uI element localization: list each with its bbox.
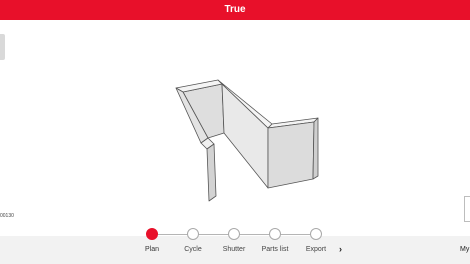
- 3d-viewer[interactable]: [160, 78, 324, 202]
- step-shutter[interactable]: Shutter: [214, 228, 254, 253]
- step-plan[interactable]: Plan: [132, 228, 172, 253]
- step-label: Export: [305, 246, 327, 253]
- step-label: Parts list: [261, 246, 289, 253]
- wall-left-front: [206, 143, 217, 202]
- chevron-right-icon[interactable]: ›: [339, 244, 342, 254]
- wall-return-face: [267, 121, 315, 189]
- step-cycle[interactable]: Cycle: [173, 228, 213, 253]
- side-panel-toggle[interactable]: [464, 196, 470, 222]
- wall-right-inner: [221, 83, 269, 189]
- side-code-label: 00130: [0, 213, 14, 219]
- step-dot: [269, 228, 281, 240]
- side-panel-tab[interactable]: [0, 34, 5, 60]
- step-label: Cycle: [184, 246, 202, 253]
- account-label[interactable]: My: [460, 246, 469, 253]
- app-header: True: [0, 0, 470, 20]
- step-label: Shutter: [222, 246, 246, 253]
- step-dot: [310, 228, 322, 240]
- step-dot: [187, 228, 199, 240]
- step-dot: [146, 228, 158, 240]
- step-export[interactable]: Export: [296, 228, 336, 253]
- step-parts-list[interactable]: Parts list: [255, 228, 295, 253]
- wall-return-end: [312, 117, 319, 180]
- step-label: Plan: [144, 246, 159, 253]
- app-title: True: [224, 4, 246, 15]
- step-dot: [228, 228, 240, 240]
